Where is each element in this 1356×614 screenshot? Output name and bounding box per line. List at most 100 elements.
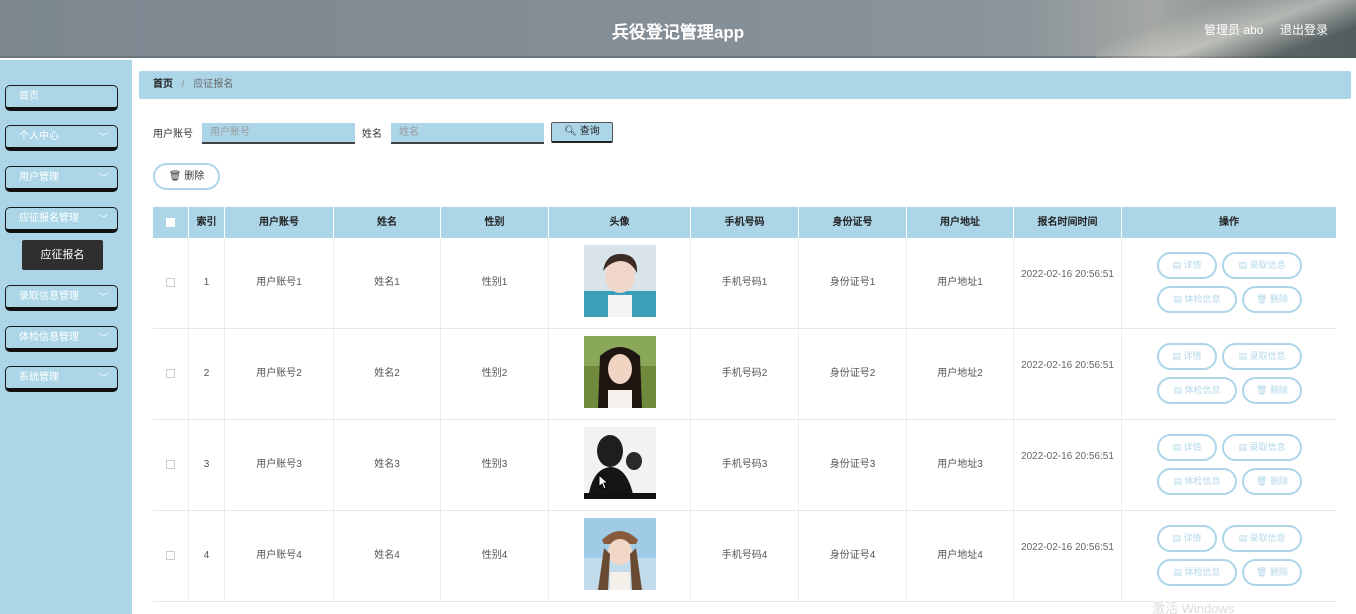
- row-checkbox[interactable]: [153, 420, 189, 510]
- header-id-number[interactable]: 身份证号: [799, 207, 907, 238]
- admission-info-button[interactable]: ▤ 录取信息: [1222, 252, 1302, 279]
- cell-id-number: 身份证号1: [799, 238, 907, 328]
- sidebar-item-exam-management[interactable]: 体检信息管理 ﹀: [5, 326, 118, 352]
- detail-button[interactable]: ▤ 详情: [1157, 434, 1217, 461]
- table-header: 索引 用户账号 姓名 性别 头像 手机号码 身份证号 用户地址 报名时间时间 操…: [153, 207, 1336, 238]
- cell-account: 用户账号4: [225, 511, 334, 601]
- sidebar-item-home[interactable]: 首页: [5, 85, 118, 111]
- header-name[interactable]: 姓名: [334, 207, 441, 238]
- sidebar-item-label: 录取信息管理: [19, 291, 79, 302]
- cell-index: 1: [189, 238, 225, 328]
- document-icon: ▤: [1173, 294, 1182, 304]
- batch-delete-button[interactable]: 🗑︎ 删除: [153, 163, 220, 190]
- cell-gender: 性别3: [441, 420, 549, 510]
- detail-button[interactable]: ▤ 详情: [1157, 343, 1217, 370]
- cell-id-number: 身份证号4: [799, 511, 907, 601]
- cell-account: 用户账号1: [225, 238, 334, 328]
- row-delete-label: 删除: [1269, 294, 1288, 304]
- exam-button-label: 体检信息: [1184, 567, 1221, 577]
- header-address[interactable]: 用户地址: [907, 207, 1014, 238]
- table-row: 2 用户账号2 姓名2 性别2 手机号码2 身份证号2 用户地址2 2022-0…: [153, 329, 1336, 420]
- sidebar-item-label: 应征报名管理: [19, 213, 79, 224]
- trash-icon: 🗑︎: [1256, 294, 1268, 304]
- cell-gender: 性别4: [441, 511, 549, 601]
- header-phone[interactable]: 手机号码: [691, 207, 799, 238]
- header-account[interactable]: 用户账号: [225, 207, 334, 238]
- cell-account: 用户账号3: [225, 420, 334, 510]
- cell-phone: 手机号码4: [691, 511, 799, 601]
- row-delete-button[interactable]: 🗑︎ 删除: [1242, 559, 1302, 586]
- row-checkbox[interactable]: [153, 511, 189, 601]
- row-delete-label: 删除: [1269, 385, 1288, 395]
- exam-info-button[interactable]: ▤ 体检信息: [1157, 468, 1237, 495]
- exam-info-button[interactable]: ▤ 体检信息: [1157, 377, 1237, 404]
- cell-signup-time: 2022-02-16 20:56:51: [1014, 329, 1122, 419]
- sidebar-item-label: 个人中心: [19, 131, 59, 142]
- detail-button[interactable]: ▤ 详情: [1157, 252, 1217, 279]
- cell-id-number: 身份证号2: [799, 329, 907, 419]
- submenu-enlistment[interactable]: 应征报名: [22, 240, 103, 270]
- cell-actions: ▤ 详情 ▤ 录取信息 ▤ 体检信息 🗑︎ 删除: [1122, 511, 1336, 601]
- sidebar-item-user-management[interactable]: 用户管理 ﹀: [5, 166, 118, 192]
- row-delete-button[interactable]: 🗑︎ 删除: [1242, 286, 1302, 313]
- cell-phone: 手机号码3: [691, 420, 799, 510]
- admission-info-button[interactable]: ▤ 录取信息: [1222, 343, 1302, 370]
- document-icon: ▤: [1173, 476, 1182, 486]
- breadcrumb-home[interactable]: 首页: [153, 79, 173, 90]
- cell-avatar: [549, 329, 691, 419]
- row-checkbox[interactable]: [153, 238, 189, 328]
- document-icon: ▤: [1173, 385, 1182, 395]
- mouse-cursor-icon: [598, 474, 610, 490]
- header-index[interactable]: 索引: [189, 207, 225, 238]
- document-icon: ▤: [1172, 260, 1181, 270]
- table-row: 3 用户账号3 姓名3 性别3 手机号码3 身份证号3 用户地址3 2022-0…: [153, 420, 1336, 511]
- admission-button-label: 录取信息: [1249, 351, 1286, 361]
- chevron-down-icon: ﹀: [98, 292, 108, 302]
- row-delete-button[interactable]: 🗑︎ 删除: [1242, 377, 1302, 404]
- avatar: [584, 427, 656, 499]
- exam-button-label: 体检信息: [1184, 476, 1221, 486]
- detail-button-label: 详情: [1183, 533, 1202, 543]
- document-icon: ▤: [1172, 351, 1181, 361]
- top-header: 兵役登记管理app 管理员 abo 退出登录: [0, 0, 1356, 58]
- sidebar-item-personal-center[interactable]: 个人中心 ﹀: [5, 125, 118, 151]
- account-search-input[interactable]: 用户账号: [202, 123, 355, 144]
- cell-avatar: [549, 238, 691, 328]
- cell-signup-time: 2022-02-16 20:56:51: [1014, 238, 1122, 328]
- cell-avatar: [549, 420, 691, 510]
- detail-button-label: 详情: [1183, 351, 1202, 361]
- cell-index: 2: [189, 329, 225, 419]
- header-signup-time[interactable]: 报名时间时间: [1014, 207, 1122, 238]
- row-checkbox[interactable]: [153, 329, 189, 419]
- admission-info-button[interactable]: ▤ 录取信息: [1222, 525, 1302, 552]
- detail-button[interactable]: ▤ 详情: [1157, 525, 1217, 552]
- admission-info-button[interactable]: ▤ 录取信息: [1222, 434, 1302, 461]
- sidebar-item-admission-management[interactable]: 录取信息管理 ﹀: [5, 285, 118, 311]
- exam-info-button[interactable]: ▤ 体检信息: [1157, 559, 1237, 586]
- exam-button-label: 体检信息: [1184, 294, 1221, 304]
- account-search-label: 用户账号: [153, 129, 193, 140]
- document-icon: ▤: [1238, 442, 1247, 452]
- trash-icon: 🗑︎: [1256, 567, 1268, 577]
- admission-button-label: 录取信息: [1249, 533, 1286, 543]
- exam-info-button[interactable]: ▤ 体检信息: [1157, 286, 1237, 313]
- header-avatar[interactable]: 头像: [549, 207, 691, 238]
- cell-index: 3: [189, 420, 225, 510]
- name-search-input[interactable]: 姓名: [391, 123, 544, 144]
- trash-icon: 🗑︎: [1256, 476, 1268, 486]
- header-gender[interactable]: 性别: [441, 207, 549, 238]
- sidebar-item-label: 首页: [19, 91, 39, 102]
- sidebar-item-system-management[interactable]: 系统管理 ﹀: [5, 366, 118, 392]
- document-icon: ▤: [1173, 567, 1182, 577]
- delete-button-label: 删除: [184, 171, 205, 182]
- table-row: 4 用户账号4 姓名4 性别4 手机号码4 身份证号4 用户地址4 2022-0…: [153, 511, 1336, 602]
- row-delete-button[interactable]: 🗑︎ 删除: [1242, 468, 1302, 495]
- cell-gender: 性别2: [441, 329, 549, 419]
- header-actions: 操作: [1219, 217, 1239, 228]
- query-button[interactable]: 🔍︎ 查询: [551, 122, 613, 143]
- sidebar-item-enlistment-management[interactable]: 应征报名管理 ﹀: [5, 207, 118, 233]
- detail-button-label: 详情: [1183, 442, 1202, 452]
- select-all-checkbox[interactable]: [153, 207, 189, 238]
- logout-link[interactable]: 退出登录: [1280, 21, 1328, 38]
- document-icon: ▤: [1172, 442, 1181, 452]
